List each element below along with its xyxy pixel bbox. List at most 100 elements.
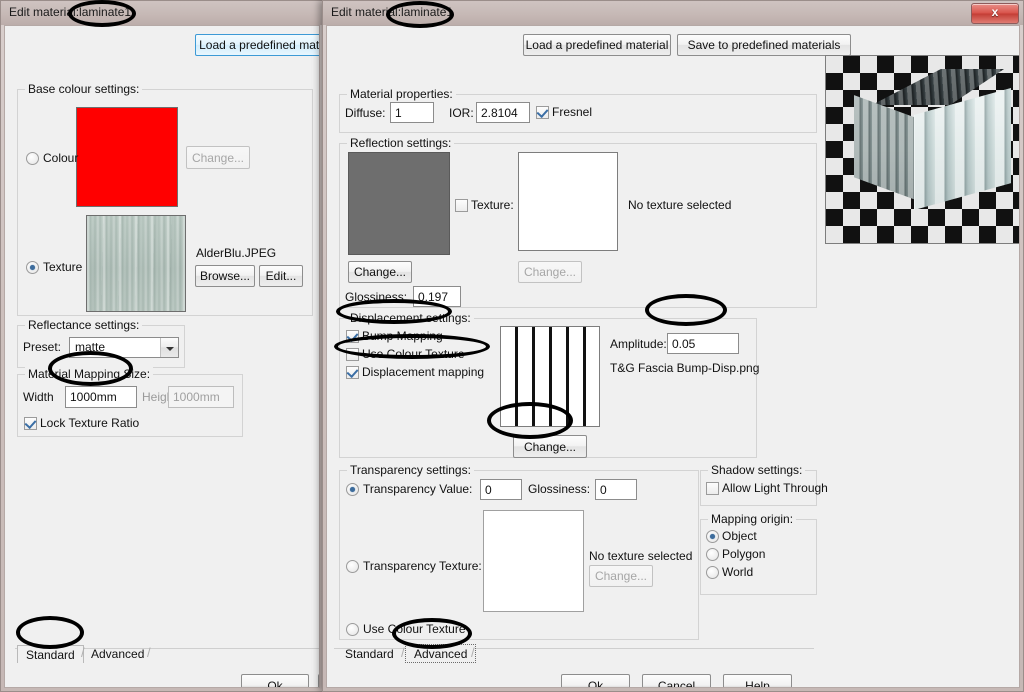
base-colour-radio-label: Colour [43,151,79,165]
displacement-change-button[interactable]: Change... [513,435,587,458]
transparency-value-input[interactable]: 0 [480,479,522,500]
base-texture-radio[interactable] [26,261,39,274]
base-texture-filename: AlderBlu.JPEG [196,246,277,260]
use-colour-texture-label: Use Colour Texture [362,347,465,361]
front-window-titlebar: Edit material:laminate1 x [323,1,1023,25]
front-ok-button[interactable]: Ok [561,674,630,687]
reflection-texture-change-button: Change... [518,261,582,283]
base-colour-change-button: Change... [186,146,250,169]
reflection-colour-swatch[interactable] [348,152,450,255]
base-texture-radio-label: Texture [43,260,83,274]
transparency-value-label: Transparency Value: [363,482,473,496]
front-cancel-button[interactable]: Cancel [642,674,711,687]
base-colour-settings-title: Base colour settings: [25,82,143,96]
front-tab-separator-2: / [471,645,475,660]
transparency-texture-radio[interactable] [346,560,359,573]
reflection-glossiness-label: Glossiness: [345,290,408,304]
back-tab-standard[interactable]: Standard [17,645,84,663]
fresnel-checkbox[interactable] [536,106,549,119]
material-3d-preview [825,55,1019,244]
mapping-origin-label-polygon: Polygon [722,547,766,561]
mapping-origin-label-world: World [722,565,754,579]
transparency-settings-title: Transparency settings: [347,463,474,477]
mapping-origin-title: Mapping origin: [708,512,797,526]
displacement-mapping-label: Displacement mapping [362,365,485,379]
front-window-title: Edit material:laminate1 [331,5,454,19]
mapping-origin-label-object: Object [722,529,757,543]
front-edit-material-window: Edit material:laminate1 x Load a predefi… [322,0,1024,692]
displacement-map-preview [500,326,600,427]
base-colour-radio[interactable] [26,152,39,165]
back-tab-separator-2: / [147,645,151,660]
transparency-glossiness-label: Glossiness: [528,482,591,496]
transparency-value-radio[interactable] [346,483,359,496]
transparency-use-colour-texture-label: Use Colour Texture [363,622,466,636]
lock-texture-ratio-checkbox[interactable] [24,417,37,430]
diffuse-input[interactable]: 1 [390,102,434,123]
transparency-texture-preview [483,510,584,612]
displacement-settings-title: Displacement settings: [347,311,474,325]
back-tab-advanced[interactable]: Advanced [83,645,152,662]
displacement-settings-group: Displacement settings: Bump Mapping Use … [339,311,760,458]
front-window-client-area: Load a predefined material Save to prede… [326,25,1020,688]
material-mapping-size-title: Material Mapping Size: [25,367,154,381]
transparency-texture-change-button: Change... [589,565,653,587]
bump-mapping-checkbox[interactable] [346,330,359,343]
reflection-texture-label: Texture: [471,198,514,212]
transparency-texture-label: Transparency Texture: [363,559,482,573]
front-load-predefined-material-button[interactable]: Load a predefined material [523,34,671,56]
mapping-origin-radio-world[interactable] [706,566,719,579]
base-texture-browse-button[interactable]: Browse... [195,265,255,287]
back-cancel-button-partial[interactable] [318,674,319,687]
reflectance-settings-title: Reflectance settings: [25,318,143,332]
shadow-settings-title: Shadow settings: [708,463,806,477]
lock-texture-ratio-label: Lock Texture Ratio [40,416,140,430]
back-ok-button[interactable]: Ok [241,674,309,687]
material-properties-title: Material properties: [347,87,456,101]
base-colour-settings-group: Base colour settings: Colour Change... T… [17,82,313,316]
back-load-predefined-material-button[interactable]: Load a predefined mate [195,34,319,56]
front-tab-advanced[interactable]: Advanced [405,644,477,663]
reflection-settings-title: Reflection settings: [347,136,455,150]
reflection-glossiness-input[interactable]: 0.197 [413,286,461,307]
mapping-origin-radio-polygon[interactable] [706,548,719,561]
reflection-change-button[interactable]: Change... [348,261,412,283]
mapping-origin-group: Mapping origin: Object Polygon World [700,512,817,595]
material-properties-group: Material properties: Diffuse: 1 IOR: 2.8… [339,87,817,133]
mapping-height-input: 1000mm [168,386,234,408]
base-colour-swatch[interactable] [76,107,178,207]
close-glyph: x [991,5,999,19]
back-window-title: Edit material:laminate1 [9,5,132,19]
displacement-amplitude-label: Amplitude: [610,337,667,351]
mapping-width-input[interactable]: 1000mm [65,386,137,408]
ior-input[interactable]: 2.8104 [476,102,530,123]
transparency-glossiness-input[interactable]: 0 [595,479,637,500]
close-icon[interactable]: x [971,3,1019,24]
shadow-settings-group: Shadow settings: Allow Light Through [700,463,828,506]
mapping-origin-radio-object[interactable] [706,530,719,543]
reflection-texture-checkbox[interactable] [455,199,468,212]
bump-mapping-label: Bump Mapping [362,329,443,343]
allow-light-through-label: Allow Light Through [722,481,828,495]
front-save-predefined-materials-button[interactable]: Save to predefined materials [677,34,851,56]
chevron-down-icon[interactable] [160,338,178,357]
transparency-use-colour-texture-radio[interactable] [346,623,359,636]
displacement-mapping-checkbox[interactable] [346,366,359,379]
back-window-client-area: Load a predefined mate Base colour setti… [4,25,320,688]
base-texture-preview[interactable] [86,215,186,312]
allow-light-through-checkbox[interactable] [706,482,719,495]
front-tab-standard[interactable]: Standard [337,645,402,662]
displacement-map-filename: T&G Fascia Bump-Disp.png [610,361,760,375]
reflection-settings-group: Reflection settings: Change... Texture: … [339,136,817,308]
transparency-no-texture-text: No texture selected [589,549,693,563]
use-colour-texture-checkbox[interactable] [346,348,359,361]
diffuse-label: Diffuse: [345,106,386,120]
material-mapping-size-group: Material Mapping Size: Width 1000mm Heig… [17,367,243,437]
base-texture-edit-button[interactable]: Edit... [259,265,303,287]
front-help-button[interactable]: Help [723,674,792,687]
reflection-no-texture-text: No texture selected [628,198,732,212]
reflectance-preset-combobox[interactable]: matte [69,337,179,358]
reflectance-settings-group: Reflectance settings: Preset: matte [17,318,185,368]
displacement-amplitude-input[interactable]: 0.05 [667,333,739,354]
reflection-texture-preview [518,152,618,251]
